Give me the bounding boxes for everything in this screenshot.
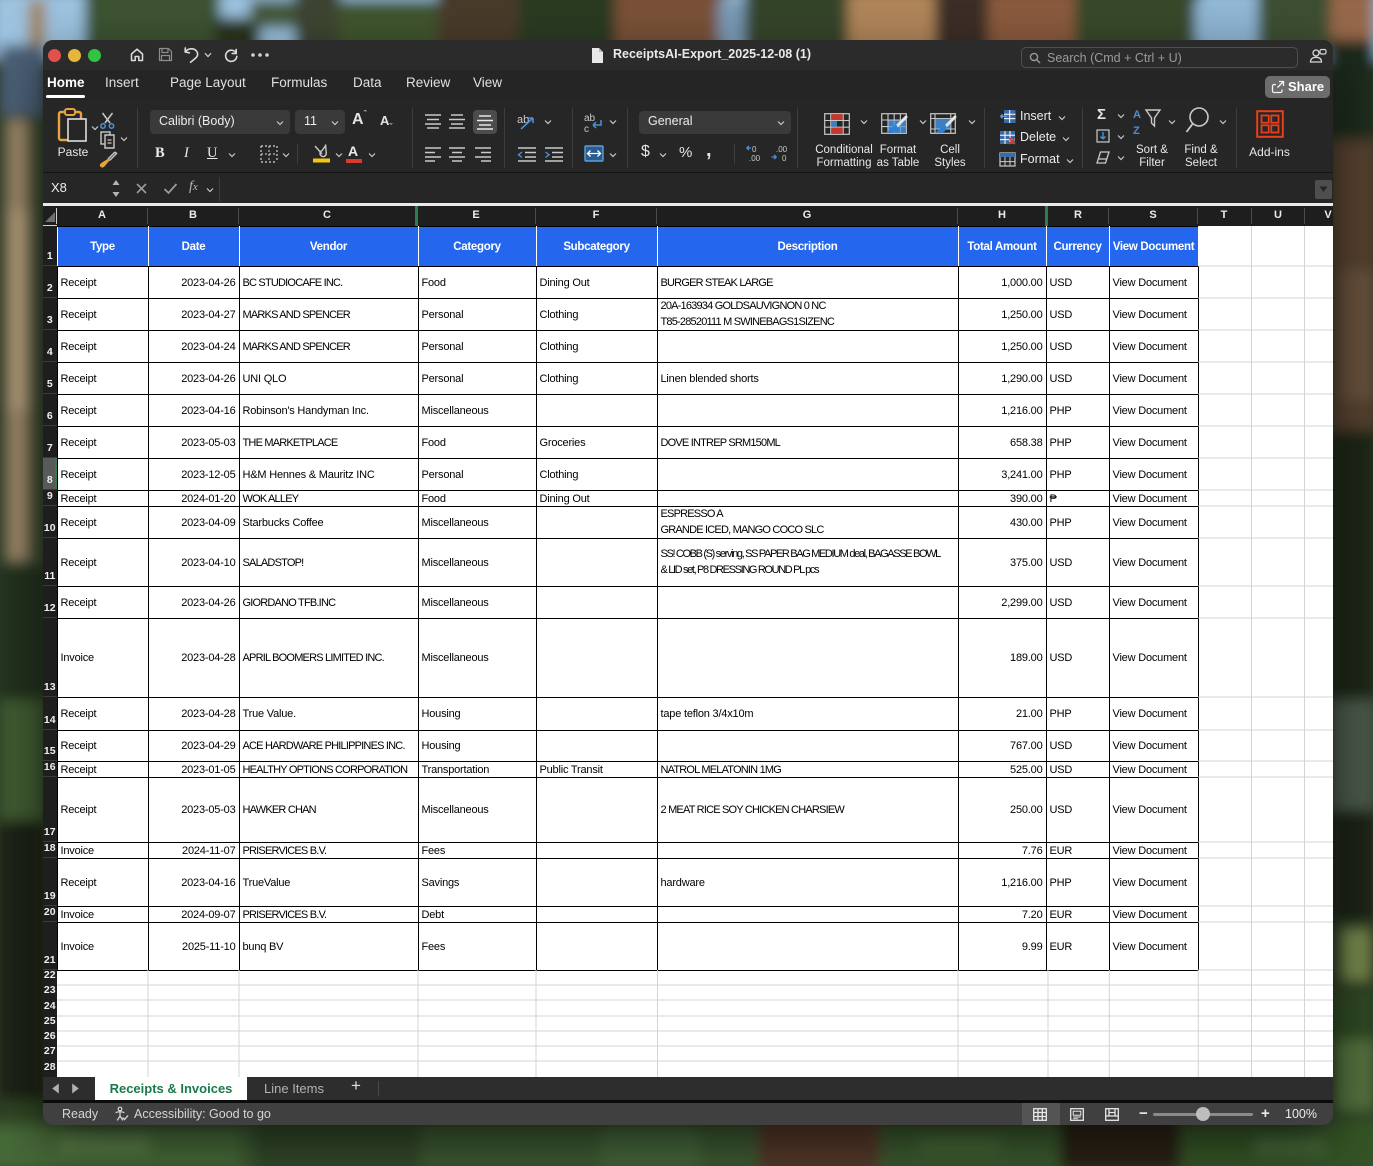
svg-text:c: c bbox=[584, 124, 589, 134]
svg-text:Z: Z bbox=[1133, 125, 1140, 136]
svg-text:.00: .00 bbox=[749, 154, 761, 162]
svg-text:A: A bbox=[1133, 109, 1141, 121]
svg-text:.00: .00 bbox=[776, 145, 788, 154]
svg-text:0: 0 bbox=[782, 154, 787, 162]
svg-text:ab: ab bbox=[584, 113, 596, 124]
svg-text:0: 0 bbox=[752, 145, 757, 154]
